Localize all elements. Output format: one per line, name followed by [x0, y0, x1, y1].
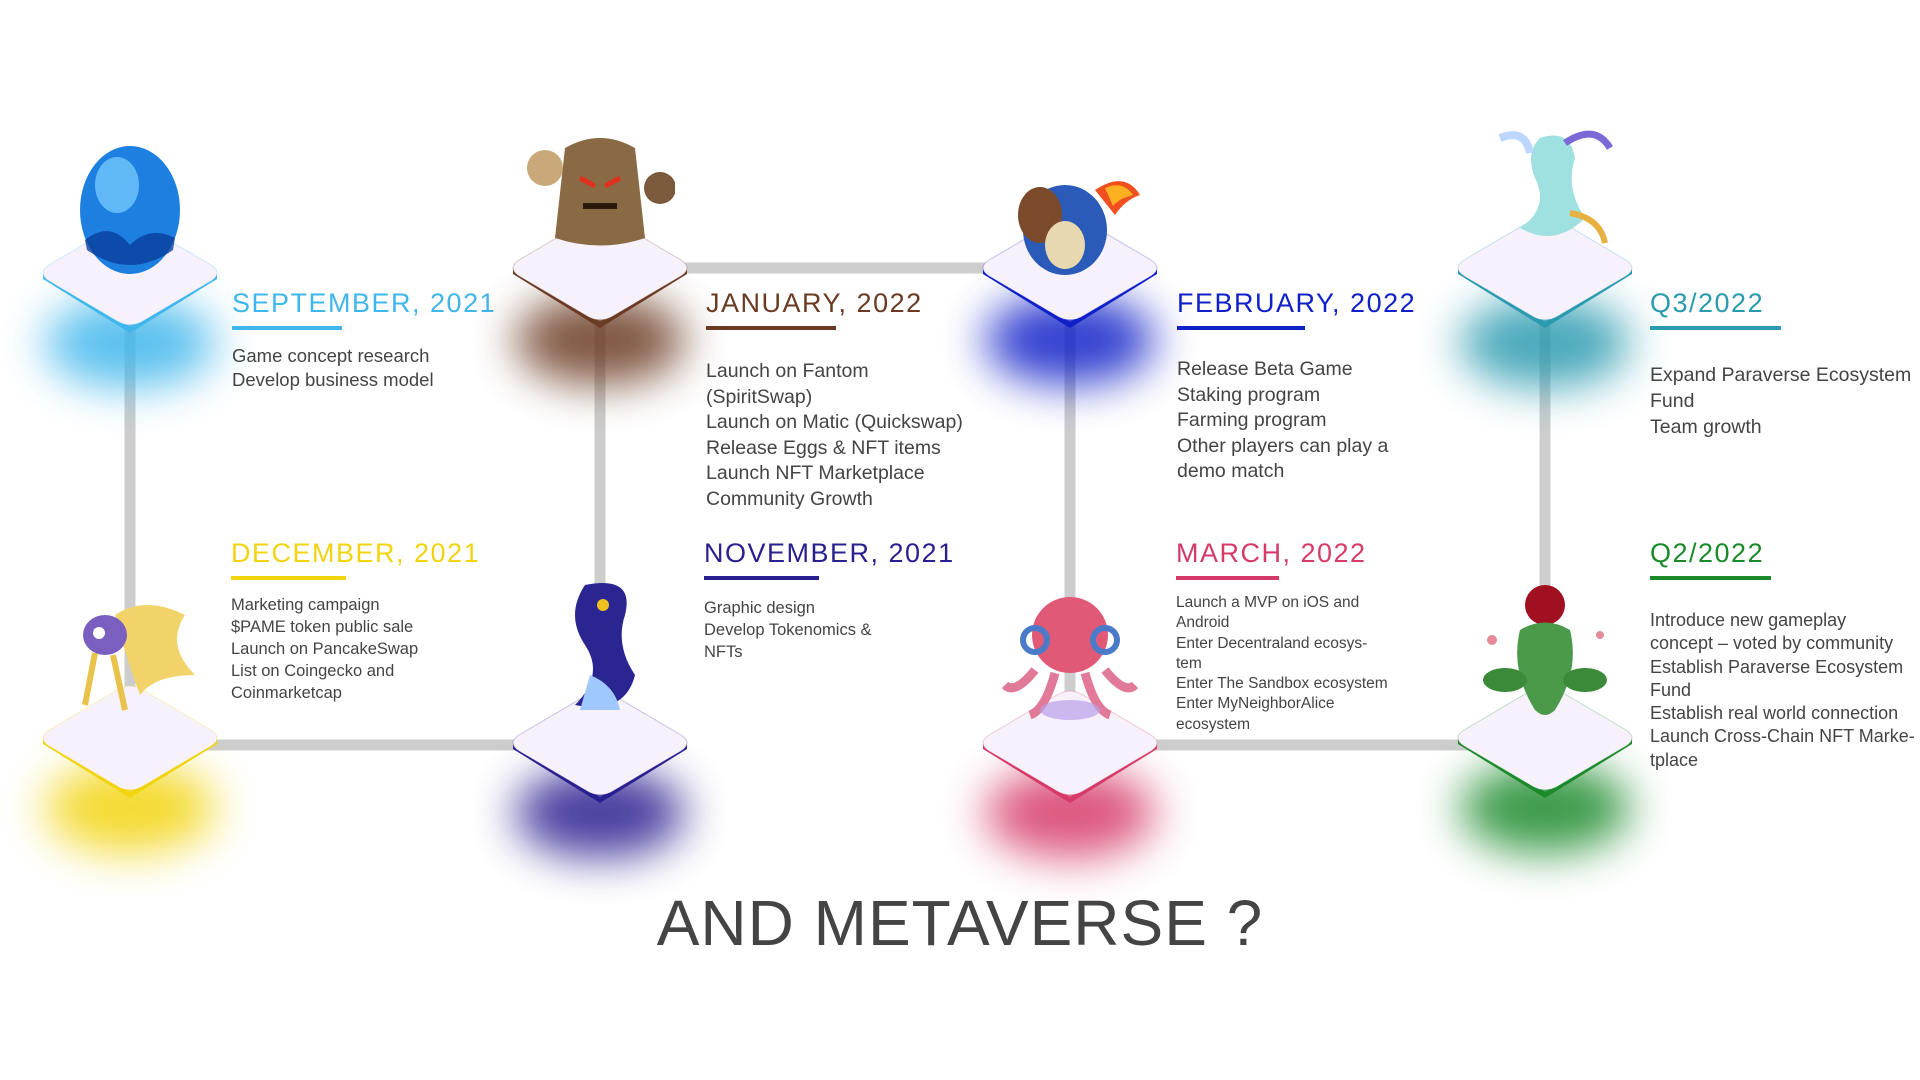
milestone-title-underline: [1177, 326, 1305, 330]
blue-egg-icon: [80, 146, 180, 274]
milestone-title-underline: [1650, 576, 1771, 580]
milestone-item: Launch Cross-Chain NFT Marke-: [1650, 726, 1915, 747]
milestone-item: $PAME token public sale: [231, 618, 414, 636]
milestone-title: MARCH, 2022: [1176, 538, 1367, 568]
milestone-title: SEPTEMBER, 2021: [232, 288, 497, 318]
milestone-title-underline: [1650, 326, 1781, 330]
milestone-item: Fund: [1650, 679, 1692, 700]
milestone-item: tem: [1176, 654, 1202, 672]
water-mermaid-creature-icon: [1498, 130, 1614, 244]
milestone-item: Establish Paraverse Ecosystem: [1650, 656, 1904, 677]
milestone-item: (SpiritSwap): [706, 385, 813, 408]
milestone-item: Launch on Fantom: [706, 360, 869, 382]
milestone-item: Marketing campaign: [231, 596, 380, 614]
milestone-item: Establish real world connection: [1650, 703, 1899, 724]
milestone-items: Launch a MVP on iOS and Android Enter Dece…: [1176, 593, 1388, 735]
rock-golem-creature-icon: [527, 138, 675, 246]
milestone-item: Introduce new gameplay: [1650, 610, 1847, 630]
pink-octopus-creature-icon: [1001, 597, 1139, 720]
milestone-title-underline: [232, 326, 342, 330]
milestone-title: NOVEMBER, 2021: [704, 538, 955, 568]
milestone-title: JANUARY, 2022: [706, 288, 923, 318]
milestone-items: Graphic design Develop Tokenomics & NFTs: [704, 597, 872, 663]
milestone-items: Release Beta Game Staking program Farming …: [1177, 357, 1388, 485]
milestone-item: Release Beta Game: [1177, 358, 1353, 380]
rose-plant-creature-icon: [1483, 585, 1607, 715]
footer-title: AND METAVERSE ?: [656, 887, 1264, 959]
fire-turtle-creature-icon: [1018, 181, 1140, 275]
milestone-title-underline: [706, 326, 836, 330]
milestone-title: DECEMBER, 2021: [231, 538, 481, 568]
milestone-item: Game concept research: [232, 345, 430, 366]
milestone-item: Graphic design: [704, 599, 815, 617]
milestone-item: Other players can play a: [1177, 434, 1389, 457]
milestone-item: Staking program: [1177, 383, 1321, 406]
milestone-item: Develop Tokenomics &: [704, 621, 872, 639]
milestone-item: List on Coingecko and: [231, 662, 395, 680]
milestone-item: Enter MyNeighborAlice: [1176, 695, 1335, 713]
milestone-item: Expand Paraverse Ecosystem: [1650, 364, 1912, 386]
milestone-item: Develop business model: [232, 369, 434, 390]
milestone-title-underline: [231, 576, 346, 580]
milestone-item: Coinmarketcap: [231, 684, 342, 702]
milestone-item: Community Growth: [706, 487, 873, 510]
milestone-item: ecosystem: [1176, 715, 1251, 733]
milestone-title-underline: [704, 576, 819, 580]
yellow-fox-creature-icon: [82, 605, 195, 711]
milestone-title: Q2/2022: [1650, 538, 1765, 568]
roadmap-diagram: SEPTEMBER, 2021 Game concept research Deve…: [0, 0, 1920, 1080]
milestone-items: Launch on Fantom (SpiritSwap) Launch on Ma…: [706, 359, 963, 512]
milestone-title: FEBRUARY, 2022: [1177, 288, 1417, 318]
milestone-item: concept – voted by community: [1650, 633, 1894, 654]
milestone-item: Launch on PancakeSwap: [231, 640, 419, 658]
milestone-item: Fund: [1650, 390, 1695, 412]
milestone-item: Farming program: [1177, 409, 1327, 431]
purple-serpent-creature-icon: [575, 583, 635, 710]
milestone-items: Introduce new gameplay concept – voted by…: [1650, 609, 1915, 772]
milestone-item: Launch a MVP on iOS and: [1176, 594, 1360, 611]
milestone-item: tplace: [1650, 749, 1699, 770]
milestone-item: Enter The Sandbox ecosystem: [1176, 675, 1388, 693]
milestone-items: Marketing campaign $PAME token public sal…: [231, 594, 418, 704]
milestone-item: Launch NFT Marketplace: [706, 462, 925, 484]
milestone-item: demo match: [1177, 460, 1285, 482]
milestone-items: Game concept research Develop business mo…: [232, 344, 434, 392]
milestone-item: NFTs: [704, 643, 743, 661]
milestone-item: Android: [1176, 614, 1230, 632]
milestone-item: Team growth: [1650, 416, 1762, 438]
milestone-title: Q3/2022: [1650, 288, 1765, 318]
milestone-item: Enter Decentraland ecosys-: [1176, 634, 1368, 652]
milestone-item: Launch on Matic (Quickswap): [706, 411, 963, 433]
milestone-items: Expand Paraverse Ecosystem Fund Team growt…: [1650, 362, 1911, 440]
milestone-item: Release Eggs & NFT items: [706, 436, 941, 459]
milestone-title-underline: [1176, 576, 1279, 580]
